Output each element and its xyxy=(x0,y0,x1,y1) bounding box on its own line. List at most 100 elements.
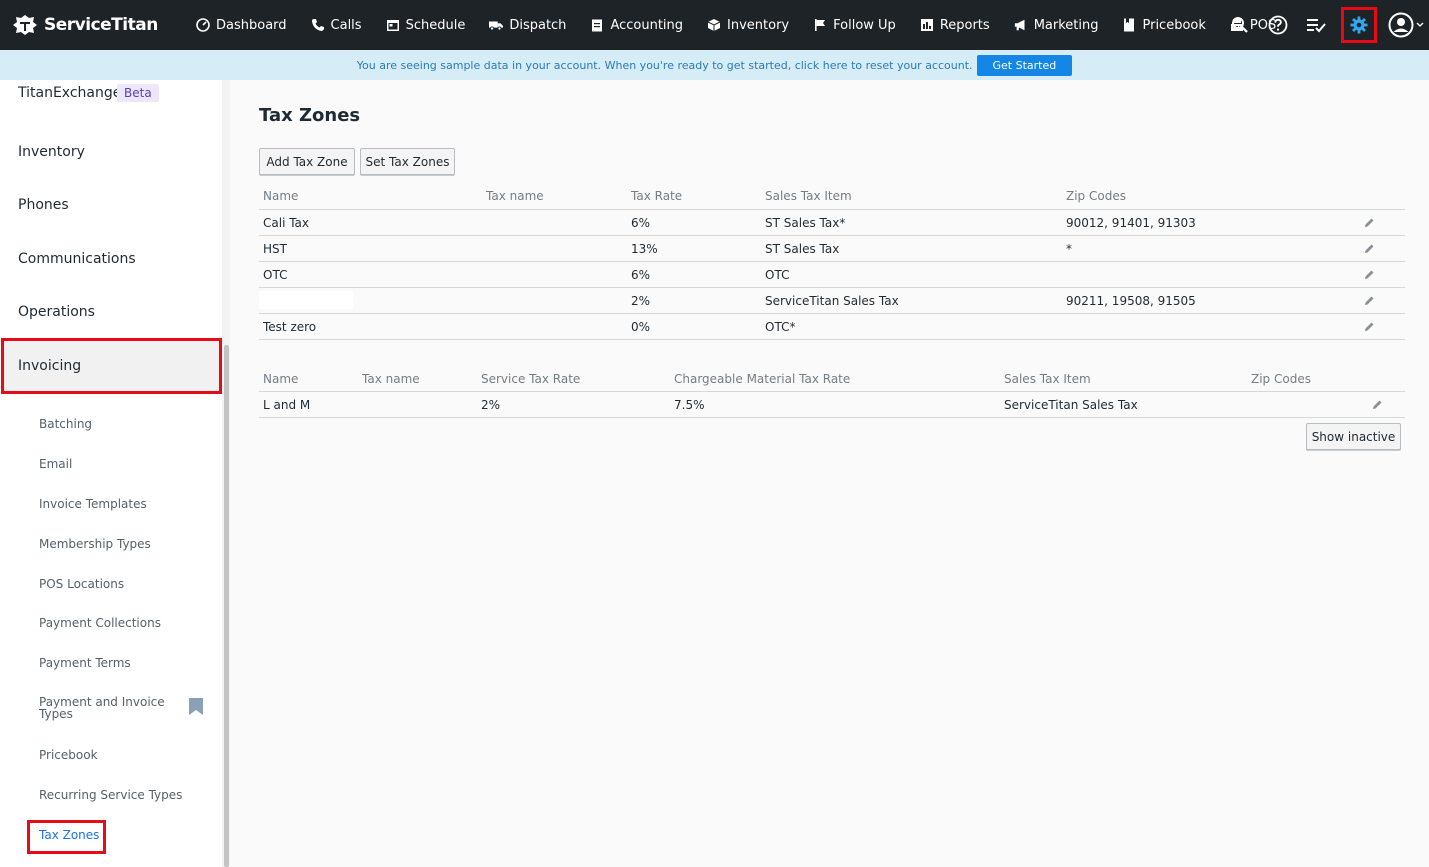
table1-cell-sales-tax-item: OTC xyxy=(765,268,790,282)
book-icon xyxy=(1122,18,1136,32)
sidebar-subitem-membership-types[interactable]: Membership Types xyxy=(39,537,151,551)
chart-icon xyxy=(920,18,934,32)
sidebar-subitem-batching[interactable]: Batching xyxy=(39,417,92,431)
sidebar-subitem-payment-invoice-types[interactable]: Payment and Invoice Types xyxy=(39,696,179,720)
user-avatar-icon xyxy=(1388,12,1414,38)
sidebar-item-titanexchange[interactable]: TitanExchange xyxy=(18,85,121,101)
nav-dispatch[interactable]: Dispatch xyxy=(477,0,578,50)
table1-header-sales-tax-item[interactable]: Sales Tax Item xyxy=(765,189,852,203)
clipboard-icon xyxy=(590,18,604,32)
set-tax-zones-button[interactable]: Set Tax Zones xyxy=(360,148,455,175)
table2-header-service-tax-rate[interactable]: Service Tax Rate xyxy=(481,372,580,386)
table1-cell-zip-codes: 90211, 19508, 91505 xyxy=(1066,294,1196,308)
table2-cell-sales-tax-item: ServiceTitan Sales Tax xyxy=(1004,398,1138,412)
table1-cell-sales-tax-item: OTC* xyxy=(765,320,796,334)
edit-pencil-icon[interactable] xyxy=(1372,399,1383,414)
table2-header-sales-tax-item[interactable]: Sales Tax Item xyxy=(1004,372,1091,386)
sidebar-subitem-pricebook[interactable]: Pricebook xyxy=(39,748,98,762)
nav-label: Pricebook xyxy=(1142,17,1206,33)
sidebar-item-phones[interactable]: Phones xyxy=(18,197,69,213)
bookmark-icon[interactable] xyxy=(189,698,203,719)
divider xyxy=(259,339,1405,340)
table1-cell-name: OTC xyxy=(263,268,288,282)
sidebar-item-operations[interactable]: Operations xyxy=(18,304,95,320)
sidebar-subitem-pos-locations[interactable]: POS Locations xyxy=(39,577,124,591)
sidebar-item-invoicing[interactable]: Invoicing xyxy=(18,358,81,374)
get-started-button[interactable]: Get Started xyxy=(976,54,1073,76)
banner-text[interactable]: You are seeing sample data in your accou… xyxy=(357,59,973,72)
nav-label: Schedule xyxy=(405,17,466,33)
table2-header-zip-codes[interactable]: Zip Codes xyxy=(1251,372,1311,386)
table1-header-zip-codes[interactable]: Zip Codes xyxy=(1066,189,1126,203)
nav-pricebook[interactable]: Pricebook xyxy=(1110,0,1217,50)
table1-cell-name-blank xyxy=(259,291,353,309)
nav-label: Reports xyxy=(939,17,990,33)
sidebar-item-inventory[interactable]: Inventory xyxy=(18,144,85,160)
nav-accounting[interactable]: Accounting xyxy=(578,0,695,50)
edit-pencil-icon[interactable] xyxy=(1364,321,1375,336)
table1-cell-sales-tax-item: ST Sales Tax xyxy=(765,242,840,256)
table2-header-name[interactable]: Name xyxy=(263,372,298,386)
table1-cell-tax-rate: 0% xyxy=(631,320,651,334)
tasks-icon xyxy=(1307,19,1326,33)
search-icon xyxy=(1232,17,1248,33)
table1-cell-zip-codes: * xyxy=(1066,242,1072,256)
sidebar-item-communications[interactable]: Communications xyxy=(18,251,136,267)
table2-cell-name: L and M xyxy=(263,398,311,412)
nav-dashboard[interactable]: Dashboard xyxy=(184,0,299,50)
divider xyxy=(259,287,1405,288)
sidebar-subitem-payment-collections[interactable]: Payment Collections xyxy=(39,616,161,630)
nav-label: Dashboard xyxy=(216,17,287,33)
nav-schedule[interactable]: Schedule xyxy=(374,0,478,50)
nav-reports[interactable]: Reports xyxy=(908,0,1002,50)
help-icon xyxy=(1268,15,1288,35)
sidebar-subitem-email[interactable]: Email xyxy=(39,457,72,471)
edit-pencil-icon[interactable] xyxy=(1364,295,1375,310)
sidebar-scrollbar-thumb[interactable] xyxy=(224,345,229,867)
divider xyxy=(259,417,1405,418)
page-title: Tax Zones xyxy=(259,105,361,126)
divider xyxy=(259,391,1405,392)
search-button[interactable] xyxy=(1221,0,1259,50)
add-tax-zone-button[interactable]: Add Tax Zone xyxy=(259,148,355,175)
servicetitan-logo[interactable]: ServiceTitan xyxy=(12,13,172,37)
table1-header-tax-rate[interactable]: Tax Rate xyxy=(631,189,682,203)
nav-label: Accounting xyxy=(610,17,684,33)
help-button[interactable] xyxy=(1259,0,1297,50)
table1-header-tax-name[interactable]: Tax name xyxy=(486,189,544,203)
divider xyxy=(259,209,1405,210)
sidebar-subitem-recurring-service-types[interactable]: Recurring Service Types xyxy=(39,788,182,802)
show-inactive-button[interactable]: Show inactive xyxy=(1306,423,1401,450)
sample-data-banner: You are seeing sample data in your accou… xyxy=(0,50,1429,80)
nav-marketing[interactable]: Marketing xyxy=(1002,0,1111,50)
nav-calls[interactable]: Calls xyxy=(299,0,374,50)
sidebar-subitem-tax-zones[interactable]: Tax Zones xyxy=(39,828,99,842)
table2-header-tax-name[interactable]: Tax name xyxy=(362,372,420,386)
settings-button[interactable] xyxy=(1341,7,1377,43)
nav-follow-up[interactable]: Follow Up xyxy=(801,0,908,50)
flag-icon xyxy=(813,18,827,32)
edit-pencil-icon[interactable] xyxy=(1364,243,1375,258)
nav-inventory[interactable]: Inventory xyxy=(695,0,801,50)
table1-cell-tax-rate: 13% xyxy=(631,242,658,256)
nav-label: Follow Up xyxy=(833,17,896,33)
tasks-button[interactable] xyxy=(1297,0,1335,50)
user-menu[interactable] xyxy=(1383,0,1429,50)
table1-cell-tax-rate: 6% xyxy=(631,216,651,230)
edit-pencil-icon[interactable] xyxy=(1364,269,1375,284)
table1-cell-name: Test zero xyxy=(263,320,317,334)
table2-header-material-tax-rate[interactable]: Chargeable Material Tax Rate xyxy=(674,372,850,386)
dashboard-icon xyxy=(196,18,210,32)
divider xyxy=(259,235,1405,236)
table1-cell-zip-codes: 90012, 91401, 91303 xyxy=(1066,216,1196,230)
table2-cell-material-tax-rate: 7.5% xyxy=(674,398,705,412)
edit-pencil-icon[interactable] xyxy=(1364,217,1375,232)
nav-label: Dispatch xyxy=(509,17,567,33)
sidebar-subitem-invoice-templates[interactable]: Invoice Templates xyxy=(39,497,147,511)
table1-cell-sales-tax-item: ServiceTitan Sales Tax xyxy=(765,294,899,308)
divider xyxy=(259,261,1405,262)
sidebar-subitem-payment-terms[interactable]: Payment Terms xyxy=(39,656,131,670)
box-icon xyxy=(707,18,721,32)
truck-icon xyxy=(489,18,504,32)
table1-header-name[interactable]: Name xyxy=(263,189,298,203)
